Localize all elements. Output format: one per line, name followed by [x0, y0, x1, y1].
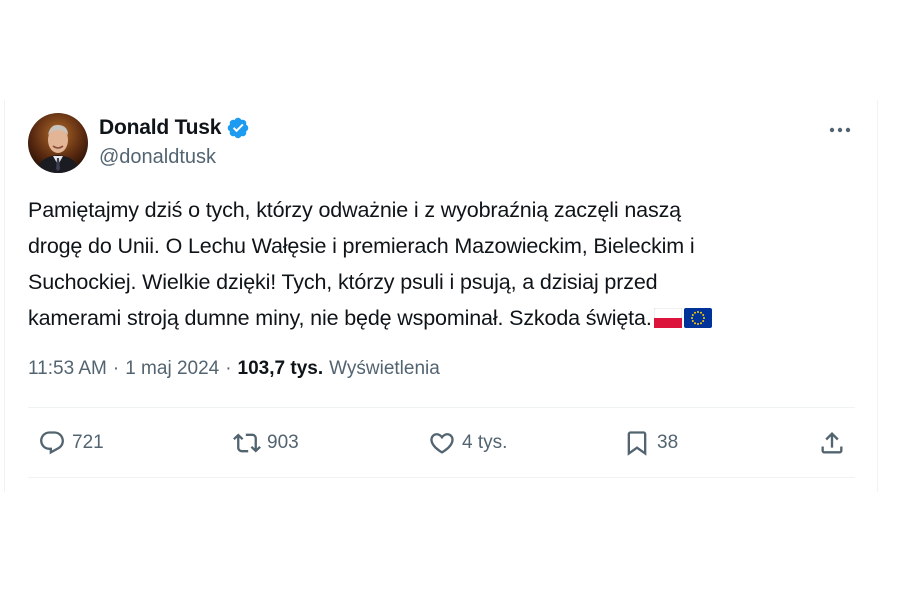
- tweet-text-line: Pamiętajmy dziś o tych, którzy odważnie …: [28, 198, 681, 222]
- meta-separator: ·: [225, 358, 232, 379]
- tweet-text-line: drogę do Unii. O Lechu Wałęsie i premier…: [28, 234, 695, 258]
- author-display-name[interactable]: Donald Tusk: [99, 116, 221, 140]
- divider: [28, 477, 855, 478]
- share-icon: [821, 432, 843, 454]
- flag-eu-icon: [683, 308, 712, 328]
- like-count: 4 tys.: [462, 432, 508, 453]
- flag-poland-icon: [653, 308, 682, 328]
- author-avatar[interactable]: [28, 113, 88, 173]
- meta-separator: ·: [112, 358, 120, 379]
- tweet-text: Pamiętajmy dziś o tych, którzy odważnie …: [28, 192, 858, 336]
- reply-icon: [40, 431, 64, 455]
- author-handle[interactable]: @donaldtusk: [99, 146, 216, 169]
- repost-count: 903: [267, 432, 299, 453]
- repost-button[interactable]: 903: [233, 429, 299, 457]
- action-bar: 721 903 4 tys. 38: [28, 424, 855, 464]
- tweet-text-line-last: kamerami stroją dumne miny, nie będę wsp…: [28, 300, 858, 336]
- views-count: 103,7 tys.: [237, 358, 324, 379]
- bookmark-icon: [627, 431, 647, 456]
- tweet-card: Donald Tusk @donaldtusk Pamiętajmy dziś …: [4, 100, 878, 492]
- views-label: Wyświetlenia: [329, 358, 440, 379]
- more-options-icon[interactable]: [825, 117, 855, 143]
- heart-icon: [430, 433, 454, 454]
- bookmark-count: 38: [657, 432, 679, 453]
- verified-badge-icon[interactable]: [226, 116, 250, 140]
- avatar-photo-icon: [28, 113, 88, 173]
- reply-button[interactable]: 721: [38, 429, 104, 457]
- tweet-date[interactable]: 1 maj 2024: [125, 358, 219, 380]
- repost-icon: [233, 433, 261, 453]
- tweet-time[interactable]: 11:53 AM: [28, 358, 107, 380]
- tweet-text-line: kamerami stroją dumne miny, nie będę wsp…: [28, 306, 652, 330]
- tweet-text-line: Suchockiej. Wielkie dzięki! Tych, którzy…: [28, 270, 658, 294]
- like-button[interactable]: 4 tys.: [428, 429, 507, 457]
- tweet-meta: 11:53 AM · 1 maj 2024 · 103,7 tys. Wyświ…: [28, 358, 440, 380]
- divider: [28, 407, 855, 408]
- reply-count: 721: [72, 432, 104, 453]
- bookmark-button[interactable]: 38: [623, 429, 678, 457]
- share-button[interactable]: [818, 429, 846, 457]
